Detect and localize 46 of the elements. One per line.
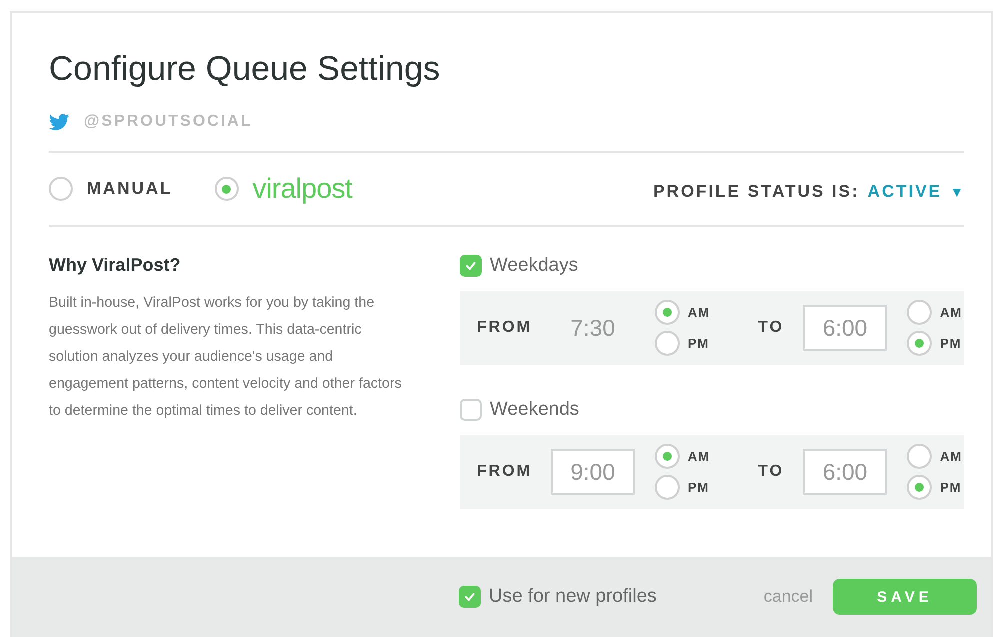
time-field[interactable]: 9:00 [551,449,635,495]
radio-button[interactable] [907,300,932,325]
checkbox-label: Weekdays [490,255,578,277]
radio-button[interactable] [907,331,932,356]
save-button[interactable]: SAVE [833,579,977,615]
account-handle: @SPROUTSOCIAL [84,113,253,131]
caret-icon[interactable]: ▼ [950,184,964,200]
status-dropdown[interactable]: ACTIVE [868,182,942,202]
checkbox-label: Use for new profiles [489,586,657,608]
checkbox[interactable] [459,586,481,608]
radio-label: AM [940,305,962,320]
radio-button[interactable] [907,475,932,500]
section-heading: Why ViralPost? [49,255,182,276]
range-label: FROM [477,319,534,337]
check-icon [463,590,477,604]
bird-icon [49,114,70,130]
checkbox[interactable] [460,399,482,421]
check-icon [464,259,478,273]
radio-label: PM [940,480,962,495]
radio-label: PM [688,480,710,495]
radio-button[interactable] [49,177,73,201]
dialog-title: Configure Queue Settings [49,49,442,89]
cancel-link[interactable]: cancel [764,587,813,607]
viralpost-logo: viralpost [252,173,352,205]
radio-label: AM [688,305,710,320]
range-label: TO [758,463,786,481]
time-field[interactable]: 6:00 [803,305,888,351]
checkbox-label: Weekends [490,399,580,421]
range-label: TO [758,319,786,337]
radio-label: PM [940,336,962,351]
radio-label: AM [688,449,710,464]
radio-button[interactable] [214,177,239,201]
radio-label: AM [940,449,962,464]
radio-button[interactable] [655,331,680,356]
time-field[interactable]: 6:00 [803,449,888,495]
radio-button[interactable] [907,444,932,469]
radio-button[interactable] [655,475,680,500]
range-label: FROM [477,463,534,481]
radio-label: PM [688,336,710,351]
status-label: PROFILE STATUS IS: [653,182,860,202]
radio-button[interactable] [655,444,680,469]
mode-label: MANUAL [87,179,173,199]
checkbox[interactable] [460,255,482,277]
radio-button[interactable] [655,300,680,325]
time-text: 7:30 [570,314,616,342]
description-text: Built in-house, ViralPost works for you by taking the guesswork out of delivery times. This data-centric solution analyzes your audience's usage and engagement patterns, content velocity and other factors to determine the optimal times to deliver content. [49,294,403,421]
